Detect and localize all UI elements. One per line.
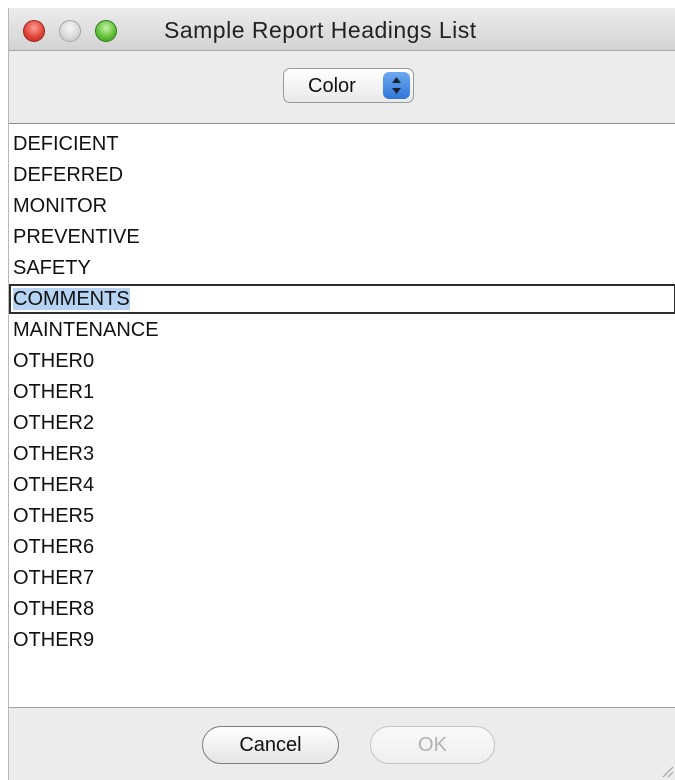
list-item[interactable]: OTHER6 <box>9 532 675 562</box>
heading-type-select[interactable]: Color <box>283 68 414 103</box>
list-item-label: OTHER1 <box>13 381 95 403</box>
list-item-label: OTHER4 <box>13 474 95 496</box>
headings-list[interactable]: DEFICIENT DEFERRED MONITOR PREVENTIVE SAFETY… <box>9 124 675 707</box>
list-item-label: OTHER2 <box>13 412 95 434</box>
up-down-arrows-icon[interactable] <box>383 72 410 99</box>
list-item[interactable]: OTHER9 <box>9 625 675 655</box>
list-item-label: SAFETY <box>13 257 91 279</box>
toolbar: Color <box>9 51 675 124</box>
list-item-label: MONITOR <box>13 195 108 217</box>
list-item[interactable]: PREVENTIVE <box>9 222 675 252</box>
list-item-label: OTHER8 <box>13 598 95 620</box>
list-item[interactable]: SAFETY <box>9 253 675 283</box>
list-item[interactable]: OTHER7 <box>9 563 675 593</box>
zoom-window-icon[interactable] <box>95 20 117 42</box>
resize-grip-icon[interactable] <box>660 764 674 778</box>
list-item-label: OTHER6 <box>13 536 95 558</box>
list-item-label: DEFICIENT <box>13 133 119 155</box>
list-item-label: OTHER3 <box>13 443 95 465</box>
list-item[interactable]: OTHER8 <box>9 594 675 624</box>
cancel-button[interactable]: Cancel <box>202 726 339 764</box>
list-item[interactable]: OTHER2 <box>9 408 675 438</box>
list-item[interactable]: DEFERRED <box>9 160 675 190</box>
list-item-label: DEFERRED <box>13 164 124 186</box>
list-item-label: OTHER5 <box>13 505 95 527</box>
list-item-label: COMMENTS <box>13 288 130 310</box>
title-bar[interactable]: Sample Report Headings List <box>9 8 675 51</box>
list-item[interactable]: OTHER5 <box>9 501 675 531</box>
list-item-label: OTHER7 <box>13 567 95 589</box>
close-window-icon[interactable] <box>23 20 45 42</box>
list-item[interactable]: MONITOR <box>9 191 675 221</box>
list-item[interactable]: COMMENTS <box>9 284 675 314</box>
list-item-label: OTHER0 <box>13 350 95 372</box>
list-item-label: PREVENTIVE <box>13 226 140 248</box>
button-bar: Cancel OK <box>9 707 675 780</box>
window-title: Sample Report Headings List <box>164 17 477 43</box>
dialog-window: Sample Report Headings List Color DEFICI… <box>8 8 675 780</box>
ok-button[interactable]: OK <box>370 726 495 764</box>
list-item-label: OTHER9 <box>13 629 95 651</box>
list-item[interactable]: OTHER3 <box>9 439 675 469</box>
list-item[interactable]: MAINTENANCE <box>9 315 675 345</box>
list-item[interactable]: OTHER1 <box>9 377 675 407</box>
list-item[interactable]: OTHER4 <box>9 470 675 500</box>
list-item-label: MAINTENANCE <box>13 319 159 341</box>
minimize-window-icon[interactable] <box>59 20 81 42</box>
list-item[interactable]: DEFICIENT <box>9 129 675 159</box>
select-value: Color <box>308 75 356 97</box>
list-item[interactable]: OTHER0 <box>9 346 675 376</box>
